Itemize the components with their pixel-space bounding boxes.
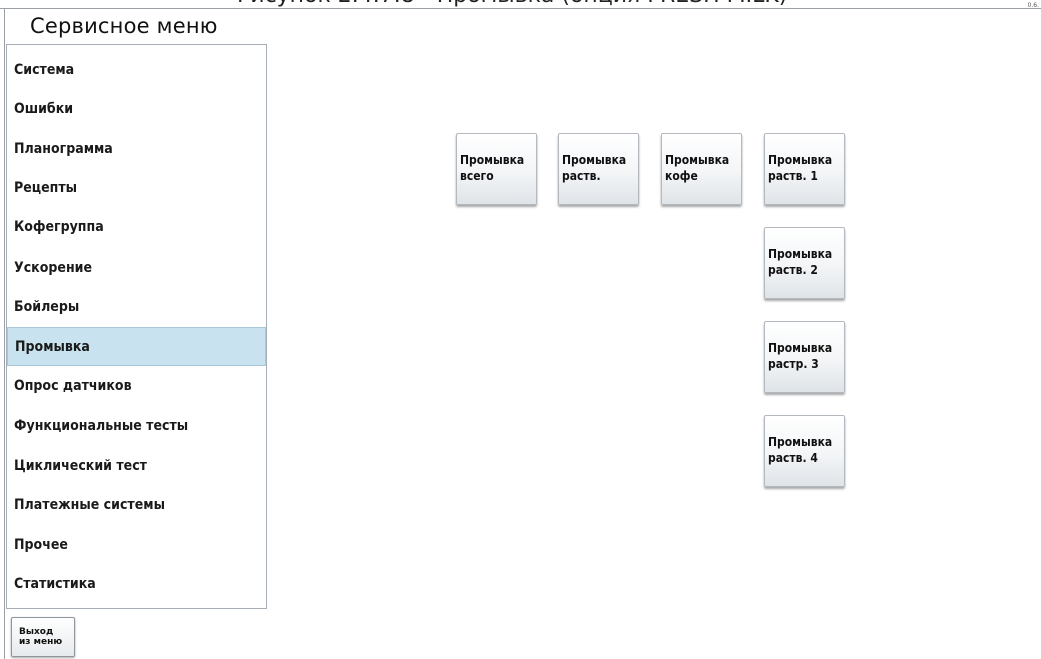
menu-item-statistics[interactable]: Статистика: [7, 564, 266, 603]
wash-solution-2-button[interactable]: Промывка раств. 2: [764, 227, 845, 299]
wash-all-line1: Промывка: [460, 153, 525, 167]
document-caption: Рисунок 2.4.7.8 - Промывка (опция FRESH …: [237, 0, 787, 8]
wash-solution-1-button[interactable]: Промывка раств. 1: [764, 133, 845, 205]
menu-item-label: Ускорение: [14, 259, 93, 276]
menu-item-label: Бойлеры: [14, 298, 80, 315]
menu-item-functional-tests[interactable]: Функциональные тесты: [7, 406, 266, 445]
wash-solution-3-button[interactable]: Промывка растр. 3: [764, 321, 845, 393]
service-menu-list: Система Ошибки Планограмма Рецепты Кофег…: [6, 44, 267, 609]
menu-item-payment-systems[interactable]: Платежные системы: [7, 485, 266, 524]
wash-solutions-line1: Промывка: [562, 153, 627, 167]
menu-item-boilers[interactable]: Бойлеры: [7, 287, 266, 326]
menu-item-label: Кофегруппа: [14, 218, 104, 235]
menu-item-sensor-poll[interactable]: Опрос датчиков: [7, 366, 266, 405]
wash-solutions-button[interactable]: Промывка раств.: [558, 133, 639, 205]
exit-button-line2: из меню: [19, 637, 63, 647]
menu-item-label: Функциональные тесты: [14, 417, 189, 434]
wash-solution-3-line1: Промывка: [768, 341, 833, 355]
left-divider: [4, 8, 5, 659]
wash-solutions-line2: раств.: [562, 169, 601, 183]
menu-item-label: Рецепты: [14, 179, 78, 196]
wash-solution-1-line1: Промывка: [768, 153, 833, 167]
exit-button-line1: Выход: [19, 627, 54, 637]
menu-item-label: Прочее: [14, 536, 68, 553]
wash-solution-1-line2: раств. 1: [768, 169, 818, 183]
wash-solution-4-button[interactable]: Промывка раств. 4: [764, 415, 845, 487]
page-title: Сервисное меню: [30, 14, 218, 38]
version-label: 0.6.: [1027, 2, 1039, 9]
menu-item-label: Ошибки: [14, 100, 74, 117]
wash-solution-3-line2: растр. 3: [768, 357, 819, 371]
menu-item-errors[interactable]: Ошибки: [7, 89, 266, 128]
top-divider: [0, 8, 1041, 9]
wash-coffee-line1: Промывка: [665, 153, 730, 167]
menu-item-label: Статистика: [14, 575, 96, 592]
wash-all-button[interactable]: Промывка всего: [456, 133, 537, 205]
menu-item-label: Система: [14, 61, 75, 78]
wash-all-line2: всего: [460, 169, 494, 183]
wash-solution-2-line1: Промывка: [768, 247, 833, 261]
menu-item-label: Циклический тест: [14, 457, 147, 474]
menu-item-label: Платежные системы: [14, 496, 165, 513]
wash-solution-4-line1: Промывка: [768, 435, 833, 449]
wash-solution-2-line2: раств. 2: [768, 263, 818, 277]
menu-item-other[interactable]: Прочее: [7, 525, 266, 564]
menu-item-label: Опрос датчиков: [14, 377, 132, 394]
wash-solution-4-line2: раств. 4: [768, 451, 818, 465]
menu-item-washing[interactable]: Промывка: [7, 327, 266, 366]
menu-item-label: Планограмма: [14, 140, 113, 157]
exit-menu-button[interactable]: Выход из меню: [11, 617, 75, 657]
menu-item-planogram[interactable]: Планограмма: [7, 129, 266, 168]
wash-coffee-line2: кофе: [665, 169, 698, 183]
menu-item-label: Промывка: [15, 338, 90, 355]
menu-item-coffee-group[interactable]: Кофегруппа: [7, 207, 266, 246]
menu-item-acceleration[interactable]: Ускорение: [7, 248, 266, 287]
menu-item-system[interactable]: Система: [7, 50, 266, 89]
wash-coffee-button[interactable]: Промывка кофе: [661, 133, 742, 205]
menu-item-recipes[interactable]: Рецепты: [7, 168, 266, 207]
menu-item-cyclic-test[interactable]: Циклический тест: [7, 446, 266, 485]
